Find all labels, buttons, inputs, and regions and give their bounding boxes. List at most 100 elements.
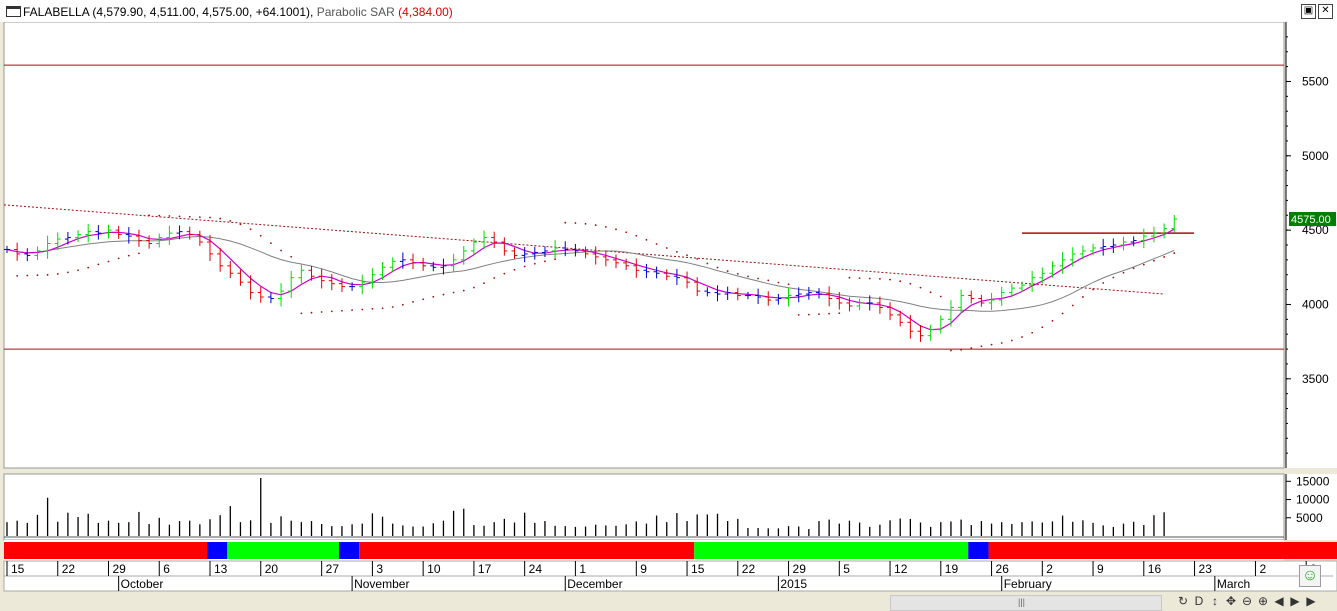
sar-dot bbox=[533, 262, 536, 265]
price-axis-panel bbox=[1286, 22, 1337, 468]
sar-dot bbox=[391, 306, 394, 308]
day-tick-label: 12 bbox=[894, 562, 908, 576]
sar-dot bbox=[767, 279, 770, 282]
day-tick-label: 1 bbox=[579, 562, 586, 576]
sar-dot bbox=[1092, 288, 1094, 291]
day-tick-label: 6 bbox=[163, 562, 170, 576]
sar-dot bbox=[209, 216, 211, 219]
sar-dot bbox=[473, 286, 475, 289]
price-tick-label: 5000 bbox=[1302, 149, 1329, 163]
sar-dot bbox=[777, 281, 780, 284]
sar-dot bbox=[1132, 267, 1135, 270]
sar-dot bbox=[909, 282, 912, 285]
sar-dot bbox=[280, 249, 282, 252]
sar-dot bbox=[1021, 336, 1023, 338]
sar-dot bbox=[300, 312, 303, 315]
sar-dot bbox=[960, 348, 962, 351]
zoom-in-icon[interactable]: ⊕ bbox=[1255, 594, 1271, 608]
last-price-label: 4575.00 bbox=[1291, 214, 1331, 226]
signal-band-segment bbox=[988, 542, 1337, 559]
smiley-icon[interactable]: ☺ bbox=[1299, 565, 1321, 587]
sar-dot bbox=[239, 223, 242, 226]
first-icon[interactable]: ◀ bbox=[1271, 594, 1287, 608]
move-icon[interactable]: ✥ bbox=[1223, 594, 1239, 608]
day-tick-label: 24 bbox=[529, 562, 543, 576]
sar-dot bbox=[574, 222, 577, 224]
sar-dot bbox=[1122, 271, 1125, 274]
sar-dot bbox=[848, 276, 851, 279]
sar-dot bbox=[168, 215, 171, 217]
scrollbar-grip[interactable]: ||| bbox=[1018, 597, 1025, 607]
price-panel bbox=[3, 22, 1285, 469]
zoom-out-icon[interactable]: ⊖ bbox=[1239, 594, 1255, 608]
sar-dot bbox=[706, 262, 709, 265]
sar-dot bbox=[290, 255, 293, 258]
sar-dot bbox=[736, 272, 739, 275]
signal-band-segment bbox=[338, 542, 360, 559]
play-icon[interactable]: ▶ bbox=[1287, 594, 1303, 608]
sar-dot bbox=[554, 258, 556, 261]
sar-dot bbox=[158, 214, 161, 217]
sar-dot bbox=[371, 307, 374, 310]
chart-canvas[interactable]: 350040004500500055004575.005000100001500… bbox=[0, 22, 1337, 611]
pan-icon[interactable]: ↕ bbox=[1207, 594, 1223, 608]
restore-icon[interactable]: ▣ bbox=[1301, 4, 1316, 19]
d-icon[interactable]: D bbox=[1191, 594, 1207, 608]
day-tick-label: 22 bbox=[62, 562, 76, 576]
sar-dot bbox=[1041, 326, 1044, 329]
sar-dot bbox=[46, 273, 49, 276]
sar-dot bbox=[686, 254, 688, 257]
sar-dot bbox=[422, 298, 425, 301]
day-tick-label: 27 bbox=[326, 562, 340, 576]
indicator-value: (4,384.00) bbox=[398, 5, 453, 19]
sar-dot bbox=[401, 303, 404, 306]
sar-dot bbox=[818, 313, 820, 316]
horizontal-scrollbar[interactable]: ||| bbox=[890, 595, 1162, 611]
sar-dot bbox=[56, 273, 59, 275]
day-tick-label: 29 bbox=[793, 562, 807, 576]
price-tick-label: 3500 bbox=[1302, 372, 1329, 386]
sar-dot bbox=[625, 231, 628, 234]
sar-dot bbox=[787, 283, 790, 286]
sar-dot bbox=[320, 311, 323, 313]
last-icon[interactable]: ▶ bbox=[1303, 594, 1319, 608]
sar-dot bbox=[838, 312, 841, 315]
sar-dot bbox=[544, 260, 546, 263]
month-tick-label: February bbox=[1004, 577, 1052, 591]
day-tick-label: 13 bbox=[214, 562, 228, 576]
sar-dot bbox=[1163, 256, 1165, 258]
sar-dot bbox=[16, 274, 19, 277]
signal-band-segment bbox=[207, 542, 228, 559]
signal-band-segment bbox=[968, 542, 989, 559]
sar-dot bbox=[1071, 304, 1074, 307]
refresh-icon[interactable]: ↻ bbox=[1175, 594, 1191, 608]
day-tick-label: 26 bbox=[996, 562, 1010, 576]
sar-dot bbox=[127, 254, 130, 257]
sar-dot bbox=[676, 250, 678, 253]
sar-dot bbox=[97, 263, 100, 266]
sar-dot bbox=[939, 295, 942, 298]
sar-dot bbox=[26, 274, 29, 277]
sar-dot bbox=[148, 214, 151, 217]
day-tick-label: 23 bbox=[1199, 562, 1213, 576]
indicator-name: Parabolic SAR bbox=[316, 5, 395, 19]
day-tick-label: 15 bbox=[11, 562, 25, 576]
close-icon[interactable]: ✕ bbox=[1318, 4, 1333, 19]
sar-dot bbox=[188, 215, 191, 218]
signal-band-segment bbox=[694, 542, 969, 559]
sar-dot bbox=[990, 343, 993, 346]
sar-dot bbox=[483, 282, 485, 285]
sar-dot bbox=[1153, 259, 1155, 262]
sar-dot bbox=[828, 312, 831, 315]
sar-dot bbox=[858, 277, 861, 279]
volume-tick-label: 5000 bbox=[1296, 511, 1323, 525]
sar-dot bbox=[594, 224, 597, 226]
sar-dot bbox=[564, 221, 567, 224]
month-tick-label: December bbox=[567, 577, 622, 591]
day-tick-label: 10 bbox=[427, 562, 441, 576]
day-tick-label: 20 bbox=[265, 562, 279, 576]
signal-band-segment bbox=[227, 542, 339, 559]
sar-dot bbox=[87, 266, 90, 269]
sar-dot bbox=[249, 228, 252, 231]
sar-dot bbox=[442, 293, 445, 296]
